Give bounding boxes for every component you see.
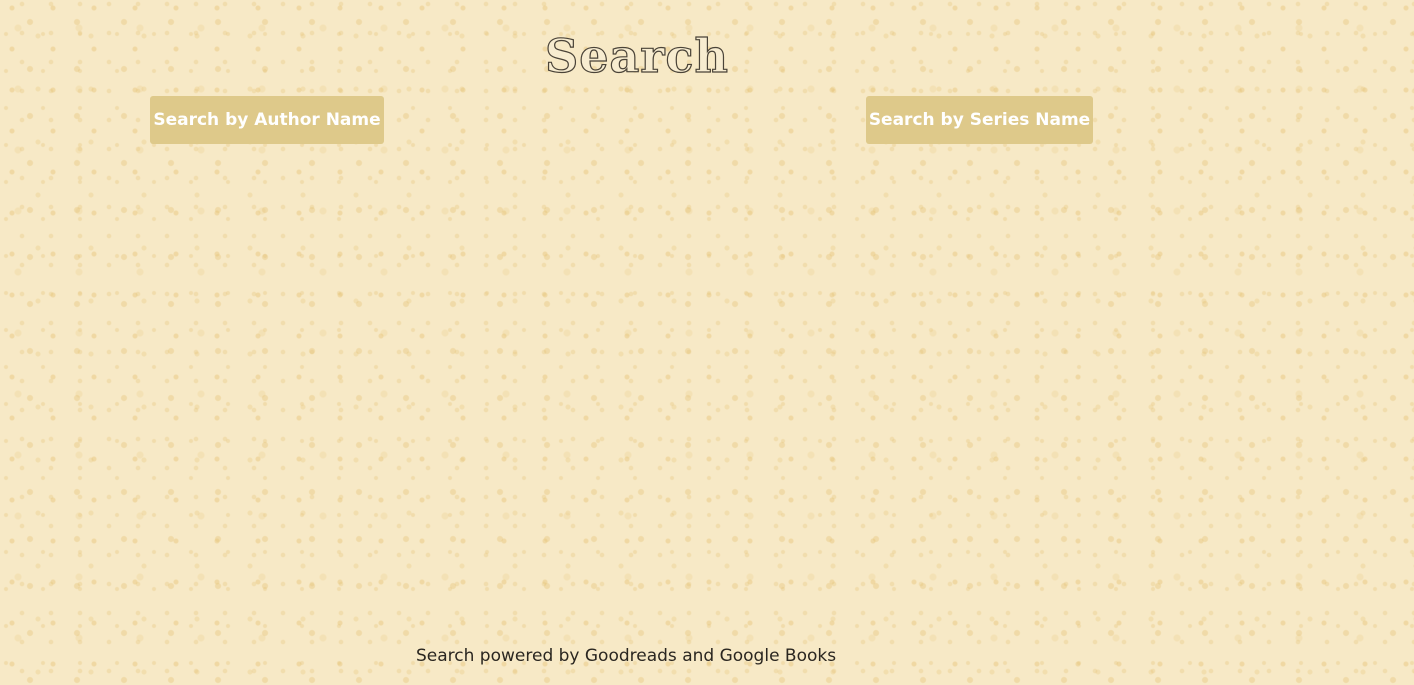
search-by-series-button[interactable]: Search by Series Name xyxy=(866,96,1093,144)
page-title: Search xyxy=(544,28,729,83)
search-by-author-button[interactable]: Search by Author Name xyxy=(150,96,384,144)
footer-credit: Search powered by Goodreads and Google B… xyxy=(416,646,837,666)
